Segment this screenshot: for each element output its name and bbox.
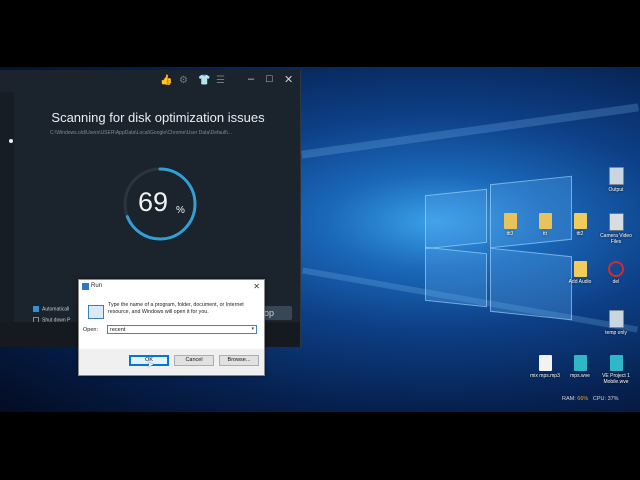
checkbox-checked[interactable] [33,306,39,312]
ram-label: RAM: [562,396,576,402]
run-description: Type the name of a program, folder, docu… [108,302,244,315]
cpu-value: 37% [607,396,619,402]
progress-percent: 69 [138,187,169,217]
sidebar-indicator [9,139,13,143]
maximize-button[interactable]: □ [266,73,273,85]
wallpaper-beam [301,103,639,159]
menu-icon[interactable]: ☰ [216,75,225,86]
wallpaper-logo-pane [425,188,487,250]
run-body: Type the name of a program, folder, docu… [79,294,264,349]
run-program-icon [88,305,104,319]
printer-icon [608,167,624,185]
desktop-icon-add-audio[interactable]: Add Audio [563,261,597,285]
minimize-button[interactable]: – [248,73,254,85]
folder-icon [573,213,587,229]
desktop-icon-ve-project[interactable]: VE Project 1 Mobile.wve [599,355,633,385]
desktop-icon-ttt3[interactable]: ttt3 [493,213,527,237]
folder-zip-icon [503,213,517,229]
resource-monitor: RAM: 66% CPU: 37% [562,394,640,406]
run-icon [82,283,89,290]
folder-icon [573,261,587,277]
video-project-icon [573,355,587,371]
audio-file-icon [538,355,552,371]
settings-icon[interactable]: ⚙ [179,75,188,86]
open-input-value: recent [110,327,126,333]
auto-option[interactable]: Automaticall [33,306,69,312]
wallpaper-logo-pane [425,246,487,308]
open-input[interactable]: recent ▾ [107,325,257,334]
desktop-icon-del[interactable]: del [599,261,633,285]
printer-icon [608,310,624,328]
open-label: Open: [83,327,98,333]
run-titlebar: Run ✕ [79,280,264,294]
wallpaper-logo-pane [490,175,572,249]
shirt-skin-icon[interactable]: 👕 [198,75,210,86]
desktop-icon-ttt2[interactable]: ttt2 [563,213,597,237]
auto-option-label: Automaticall [42,306,70,313]
folder-zip-icon [538,213,552,229]
desktop-icon-ttt[interactable]: ttt [528,213,562,237]
desktop-icon-camera-video-files[interactable]: Camera Video Files [599,213,633,245]
video-project-icon [609,355,623,371]
camera-folder-icon [608,213,624,231]
chevron-down-icon[interactable]: ▾ [251,326,254,332]
app-sidebar [0,92,14,322]
desktop-icon-mps-wve[interactable]: mps.wve [563,355,597,379]
mouse-cursor-icon: ➤ [147,360,154,369]
progress-percent-sign: % [176,205,185,216]
desktop-screen: 👍 ⚙ 👕 ☰ – □ ✕ Scanning for disk optimiza… [0,67,640,412]
desktop-icon-output[interactable]: Output [599,167,633,193]
scan-title: Scanning for disk optimization issues [51,110,265,125]
desktop-icon-mix-mps[interactable]: mix mps.mp3 [528,355,562,379]
cpu-label: CPU: [592,396,607,402]
resource-monitor-text: RAM: 66% CPU: 37% [562,396,619,402]
scan-path: C:\Windows.old\Users\USER\AppData\Local\… [50,130,233,136]
browse-button[interactable]: Browse... [219,355,259,366]
run-dialog: Run ✕ Type the name of a program, folder… [78,279,265,376]
wallpaper-logo-pane [490,247,572,321]
no-entry-icon [608,261,624,277]
desktop-icon-temp-only[interactable]: temp only [599,310,633,336]
run-title: Run [91,283,103,289]
run-close-button[interactable]: ✕ [253,282,260,291]
ram-value: 66% [577,396,589,402]
cancel-button[interactable]: Cancel [174,355,214,366]
app-titlebar: 👍 ⚙ 👕 ☰ – □ ✕ [0,70,300,92]
thumbs-up-icon[interactable]: 👍 [160,75,172,86]
close-button[interactable]: ✕ [284,73,293,86]
